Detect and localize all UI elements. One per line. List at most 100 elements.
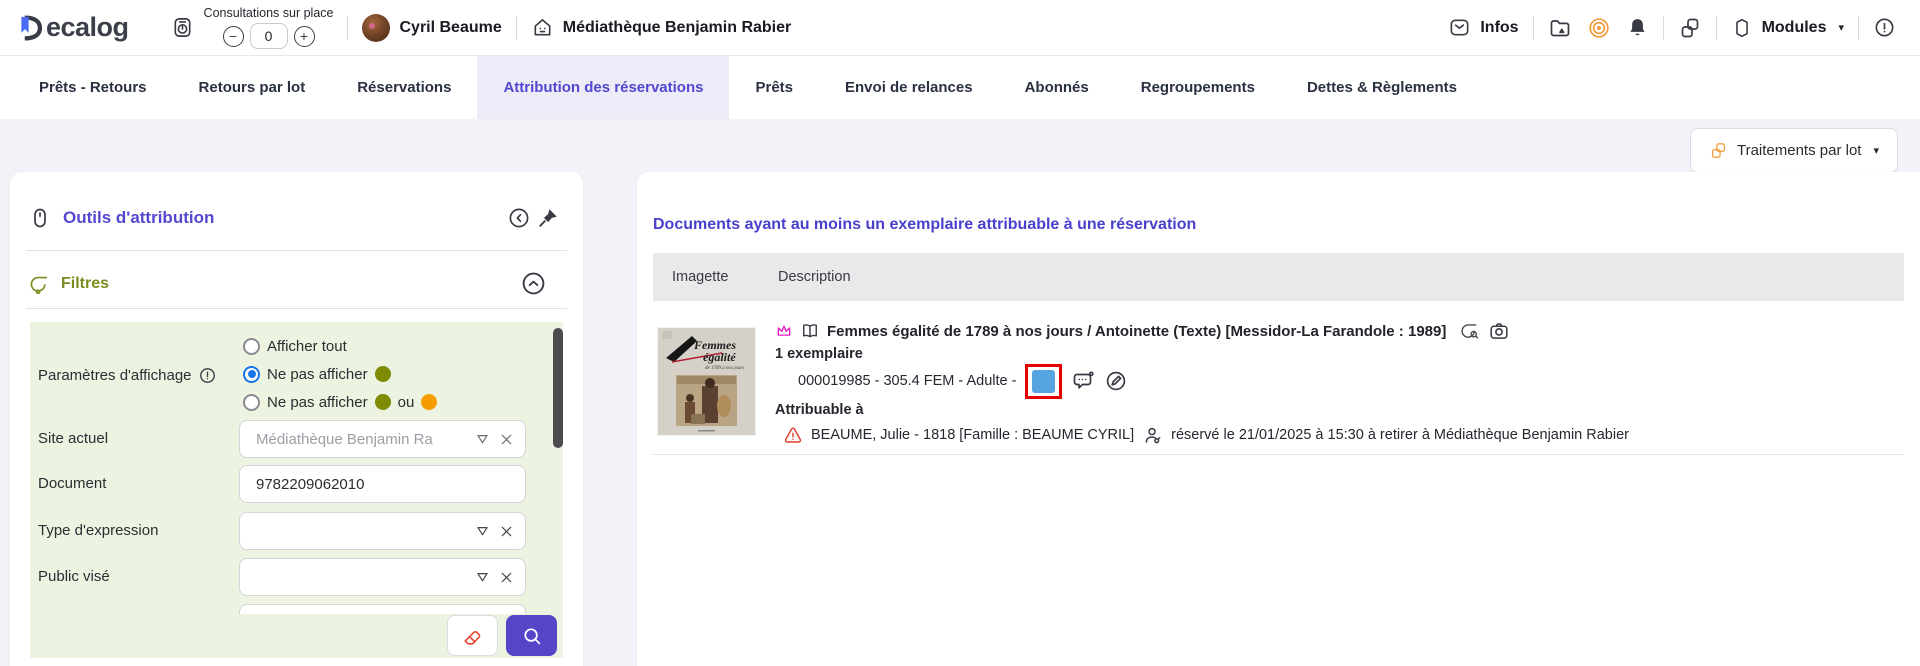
document-field (239, 465, 526, 503)
filters-title: Filtres (61, 274, 110, 292)
about-info-icon[interactable] (1873, 16, 1896, 39)
edit-item-icon[interactable] (1104, 369, 1128, 393)
tab-attribution-des-reservations[interactable]: Attribution des réservations (477, 56, 730, 119)
clear-filters-button[interactable] (447, 615, 498, 656)
reservation-details: réservé le 21/01/2025 à 15:30 à retirer … (1171, 427, 1629, 443)
site-input[interactable] (256, 430, 474, 448)
svg-text:égalité: égalité (703, 350, 736, 364)
site-field (239, 420, 526, 458)
results-title: Documents ayant au moins un exemplaire a… (653, 216, 1197, 233)
pin-icon[interactable] (537, 207, 559, 229)
clear-icon[interactable] (498, 569, 515, 586)
document-title: Femmes égalité de 1789 à nos jours / Ant… (827, 322, 1447, 340)
tab-abonnes[interactable]: Abonnés (999, 56, 1115, 119)
tab-regroupements[interactable]: Regroupements (1115, 56, 1281, 119)
filter-down-icon[interactable] (474, 431, 491, 448)
modules-label: Modules (1761, 18, 1827, 36)
camera-icon[interactable] (1488, 320, 1510, 342)
page-content: Traitements par lot ▾ Outils d'attributi… (0, 119, 1920, 666)
collapse-panel-icon[interactable] (507, 206, 531, 230)
batch-actions-button[interactable]: Traitements par lot ▾ (1689, 128, 1898, 173)
tab-reservations[interactable]: Réservations (331, 56, 477, 119)
filters-icon (28, 273, 50, 295)
folder-icon[interactable] (1548, 16, 1572, 40)
divider (26, 308, 567, 309)
tab-prets[interactable]: Prêts (729, 56, 819, 119)
link-icon (1711, 143, 1726, 158)
filter-down-icon[interactable] (474, 569, 491, 586)
column-imagette: Imagette (672, 269, 729, 285)
notifications-bell-icon[interactable] (1626, 16, 1649, 39)
infos-button[interactable]: Infos (1448, 16, 1519, 39)
modules-menu[interactable]: Modules ▾ (1731, 17, 1844, 39)
document-input[interactable] (256, 475, 515, 493)
caret-down-icon: ▾ (1873, 145, 1879, 157)
filters-form: Paramètres d'affichage Afficher tout Ne … (30, 322, 563, 658)
consultations-value-input[interactable] (249, 23, 288, 49)
collapse-filters-icon[interactable] (520, 270, 547, 297)
current-site[interactable]: Médiathèque Benjamin Rabier (531, 16, 792, 39)
clipped-field (239, 604, 526, 614)
caret-down-icon: ▾ (1838, 22, 1844, 34)
status-dot-olive (374, 394, 391, 410)
book-cover-thumbnail[interactable]: Femmes égalité de 1789 à nos jours (658, 328, 755, 435)
eraser-icon (463, 630, 480, 645)
tab-retours-par-lot[interactable]: Retours par lot (173, 56, 332, 119)
consultations-counter: Consultations sur place − + (203, 6, 334, 49)
consultations-plus-button[interactable]: + (293, 25, 315, 47)
document-details: Femmes égalité de 1789 à nos jours / Ant… (775, 301, 1904, 455)
link-icon[interactable] (1678, 16, 1702, 40)
comment-bubble-icon[interactable] (1071, 369, 1095, 393)
clear-icon[interactable] (498, 431, 515, 448)
consultations-label: Consultations sur place (203, 6, 334, 20)
open-book-icon (803, 324, 817, 338)
search-button[interactable] (506, 615, 557, 656)
user-name: Cyril Beaume (399, 18, 502, 36)
alert-info-icon (199, 368, 215, 383)
results-table-header: Imagette Description (653, 253, 1904, 301)
tab-dettes-reglements[interactable]: Dettes & Règlements (1281, 56, 1483, 119)
tab-prets-retours[interactable]: Prêts - Retours (13, 56, 173, 119)
display-settings-radios: Afficher tout Ne pas afficher Ne pas aff… (243, 332, 438, 416)
clear-icon[interactable] (498, 523, 515, 540)
radio-ne-pas-afficher[interactable]: Ne pas afficher (243, 360, 437, 388)
item-barcode-info: 000019985 - 305.4 FEM - Adulte - (798, 373, 1017, 389)
decalog-logo[interactable]: ecalog (18, 12, 129, 43)
status-dot-orange (421, 394, 438, 410)
document-row: Femmes égalité de 1789 à nos jours Femme… (653, 301, 1904, 455)
radio-circle[interactable] (243, 337, 260, 355)
or-text: ou (397, 393, 415, 411)
attributable-label: Attribuable à (775, 402, 864, 418)
consultation-counter-icon (171, 16, 194, 39)
reservation-holder[interactable]: BEAUME, Julie - 1818 [Famille : BEAUME C… (811, 427, 1134, 443)
radio-ne-pas-afficher-ou[interactable]: Ne pas afficher ou (243, 388, 438, 416)
app-header: ecalog Consultations sur place − + Cyril… (0, 0, 1920, 56)
radio-circle[interactable] (243, 393, 260, 411)
radio-afficher-tout[interactable]: Afficher tout (243, 332, 437, 360)
avatar[interactable] (362, 13, 391, 42)
person-link-icon[interactable] (1142, 425, 1163, 446)
filter-down-icon[interactable] (474, 523, 491, 540)
radio-label: Ne pas afficher (267, 393, 368, 411)
form-scrollbar[interactable] (553, 328, 563, 448)
tab-envoi-de-relances[interactable]: Envoi de relances (819, 56, 999, 119)
warning-triangle-icon (784, 427, 802, 443)
svg-text:de 1789 à nos jours: de 1789 à nos jours (705, 366, 745, 371)
site-name: Médiathèque Benjamin Rabier (562, 18, 792, 36)
audience-field-label: Public visé (38, 568, 110, 585)
infos-label: Infos (1480, 18, 1519, 36)
rfid-signal-icon[interactable] (1587, 16, 1611, 40)
novelty-crown-icon (777, 325, 791, 336)
notice-search-icon[interactable] (1459, 321, 1480, 342)
item-status-blue-square[interactable] (1032, 369, 1056, 393)
expression-type-input[interactable] (256, 522, 474, 540)
audience-field (239, 558, 526, 596)
user-menu[interactable]: Cyril Beaume (362, 13, 502, 42)
results-panel: Documents ayant au moins un exemplaire a… (637, 172, 1920, 666)
infos-envelope-icon (1448, 16, 1471, 39)
audience-input[interactable] (256, 568, 474, 586)
radio-circle-selected[interactable] (243, 365, 260, 383)
radio-label: Afficher tout (267, 337, 347, 355)
column-description: Description (778, 269, 851, 285)
consultations-minus-button[interactable]: − (222, 25, 244, 47)
